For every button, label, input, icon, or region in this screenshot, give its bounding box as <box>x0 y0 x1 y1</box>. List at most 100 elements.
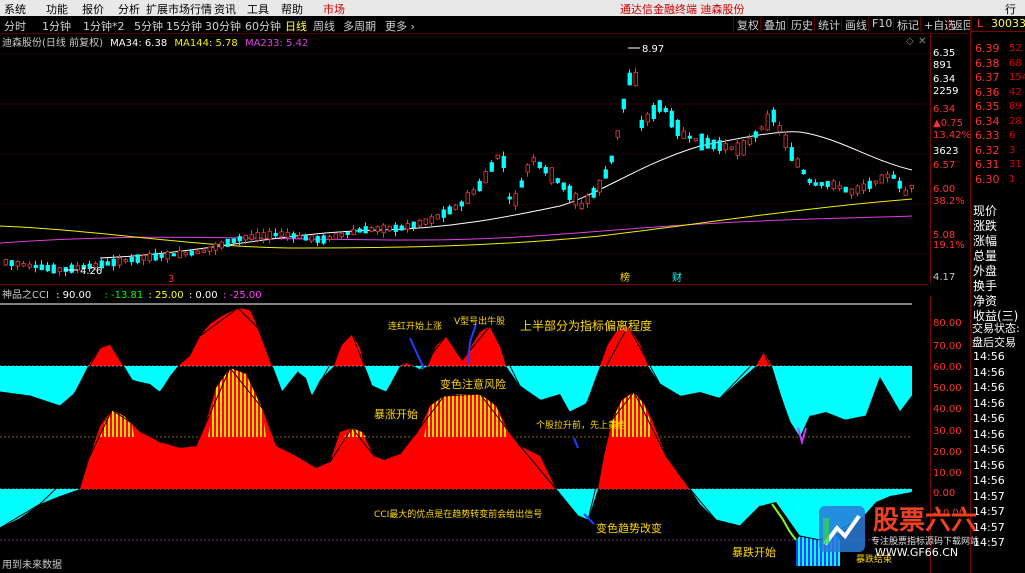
order-book-price[interactable]: 6.30 <box>975 173 1000 186</box>
candle-body <box>249 234 254 240</box>
ma233-value: MA233: 5.42 <box>244 38 309 49</box>
order-book-price[interactable]: 6.35 <box>975 100 1000 113</box>
candle-body <box>495 154 500 159</box>
candle-body <box>843 186 848 193</box>
candle-body <box>513 192 518 207</box>
mark-button[interactable]: 标记 <box>893 17 919 32</box>
event-marker-bang[interactable]: 榜 <box>620 271 630 284</box>
menu-news[interactable]: 资讯 <box>214 1 236 17</box>
candle-body <box>429 216 434 224</box>
close-icon[interactable]: ✕ <box>918 36 926 47</box>
tab-period-1min[interactable]: 1分钟 <box>42 18 71 34</box>
annotation-trend-change: 变色趋势改变 <box>596 521 662 535</box>
annotation-crash-start: 暴跌开始 <box>732 545 776 559</box>
menu-help[interactable]: 帮助 <box>281 1 303 17</box>
high-price-label: 8.97 <box>642 44 664 55</box>
event-marker-3[interactable]: 3 <box>168 274 174 284</box>
overlay-button[interactable]: 叠加 <box>760 17 786 32</box>
order-book-price[interactable]: 6.37 <box>975 71 1000 84</box>
cci-axis-label: 40.00 <box>933 404 962 415</box>
candle-body <box>75 265 80 271</box>
candle-body <box>777 125 782 133</box>
cci-chart[interactable]: 连红开始上涨 V型号出牛股 上半部分为指标偏离程度 变色注意风险 暴涨开始 个股… <box>0 296 928 573</box>
candle-body <box>441 209 446 218</box>
tab-period-timeshare[interactable]: 分时 <box>4 18 26 34</box>
order-book-price[interactable]: 6.34 <box>975 115 1000 128</box>
tab-period-30min[interactable]: 30分钟 <box>205 18 241 34</box>
candle-body <box>447 206 452 215</box>
order-book-price[interactable]: 6.31 <box>975 158 1000 171</box>
candle-body <box>111 258 116 267</box>
kline-chart[interactable]: 8.97 4.26 3 榜 财 <box>0 34 928 284</box>
quote-header: L 30033 <box>971 17 1025 32</box>
candle-body <box>321 235 326 244</box>
candle-body <box>357 228 362 233</box>
menu-tools[interactable]: 工具 <box>247 1 269 17</box>
candle-body <box>855 185 860 194</box>
candle-body <box>807 179 812 183</box>
draw-line-button[interactable]: 画线 <box>841 17 867 32</box>
candle-body <box>51 264 56 274</box>
order-book-price[interactable]: 6.39 <box>975 42 1000 55</box>
candle-body <box>333 233 338 240</box>
tab-period-more[interactable]: 更多 › <box>385 18 415 34</box>
price-axis-label: 4.17 <box>933 272 956 283</box>
tab-period-1min-x2[interactable]: 1分钟*2 <box>83 18 125 34</box>
tab-period-daily[interactable]: 日线 <box>285 18 307 34</box>
stock-code: 30033 <box>991 17 1025 30</box>
tab-period-60min[interactable]: 60分钟 <box>245 18 281 34</box>
candle-body <box>615 130 620 138</box>
candle-body <box>177 250 182 259</box>
candle-body <box>501 155 506 169</box>
menu-analysis[interactable]: 分析 <box>118 1 140 17</box>
order-book-price[interactable]: 6.38 <box>975 57 1000 70</box>
annotation-red-start: 连红开始上涨 <box>388 320 442 332</box>
candle-body <box>153 252 158 261</box>
candle-body <box>339 232 344 238</box>
order-book-qty: 28 <box>1009 115 1022 127</box>
annotation-cci-advantage: CCI最大的优点是在趋势转变前会给出信号 <box>374 508 542 520</box>
candle-body <box>837 185 842 190</box>
candle-body <box>273 232 278 237</box>
stats-button[interactable]: 统计 <box>814 17 840 32</box>
candle-body <box>135 254 140 263</box>
order-book-price[interactable]: 6.33 <box>975 129 1000 142</box>
candle-body <box>483 171 488 184</box>
order-book-qty: 6 <box>1009 130 1016 141</box>
candle-body <box>789 147 794 161</box>
order-book-qty: 1 <box>1009 173 1016 185</box>
candle-body <box>27 263 32 268</box>
annotation-surge-start: 暴涨开始 <box>374 407 418 421</box>
tab-period-5min[interactable]: 5分钟 <box>134 18 163 34</box>
candle-body <box>291 233 296 239</box>
history-button[interactable]: 历史 <box>787 17 813 32</box>
menu-market[interactable]: 市场 <box>323 1 345 17</box>
tab-period-15min[interactable]: 15分钟 <box>166 18 202 34</box>
tick-time: 14:56 <box>973 396 1005 410</box>
candle-body <box>423 218 428 225</box>
menu-system[interactable]: 系统 <box>4 1 26 17</box>
menu-function[interactable]: 功能 <box>46 1 68 17</box>
candle-body <box>411 221 416 228</box>
order-book-qty: 3 <box>1009 144 1016 156</box>
kline-grid <box>0 53 928 255</box>
watermark-url: WWW.GF66.CN <box>875 546 959 559</box>
cci-axis-label: 80.00 <box>933 318 962 329</box>
candle-body <box>15 261 20 267</box>
f10-button[interactable]: F10 <box>868 17 892 31</box>
annotation-v-shape: V型号出牛股 <box>454 315 505 327</box>
candle-body <box>21 263 26 267</box>
tab-period-multi[interactable]: 多周期 <box>343 18 376 34</box>
menu-quote[interactable]: 报价 <box>82 1 104 17</box>
order-book-price[interactable]: 6.36 <box>975 86 1000 99</box>
candle-body <box>147 253 152 262</box>
candle-body <box>489 162 494 172</box>
candle-body <box>417 219 422 227</box>
event-marker-cai[interactable]: 财 <box>672 271 682 284</box>
tab-period-weekly[interactable]: 周线 <box>313 18 335 34</box>
menu-extended-market[interactable]: 扩展市场行情 <box>146 1 212 17</box>
fuquan-button[interactable]: 复权 <box>733 17 759 32</box>
order-book-price[interactable]: 6.32 <box>975 144 1000 157</box>
candle-body <box>39 264 44 270</box>
collapse-icon[interactable]: ◇ <box>906 36 914 47</box>
